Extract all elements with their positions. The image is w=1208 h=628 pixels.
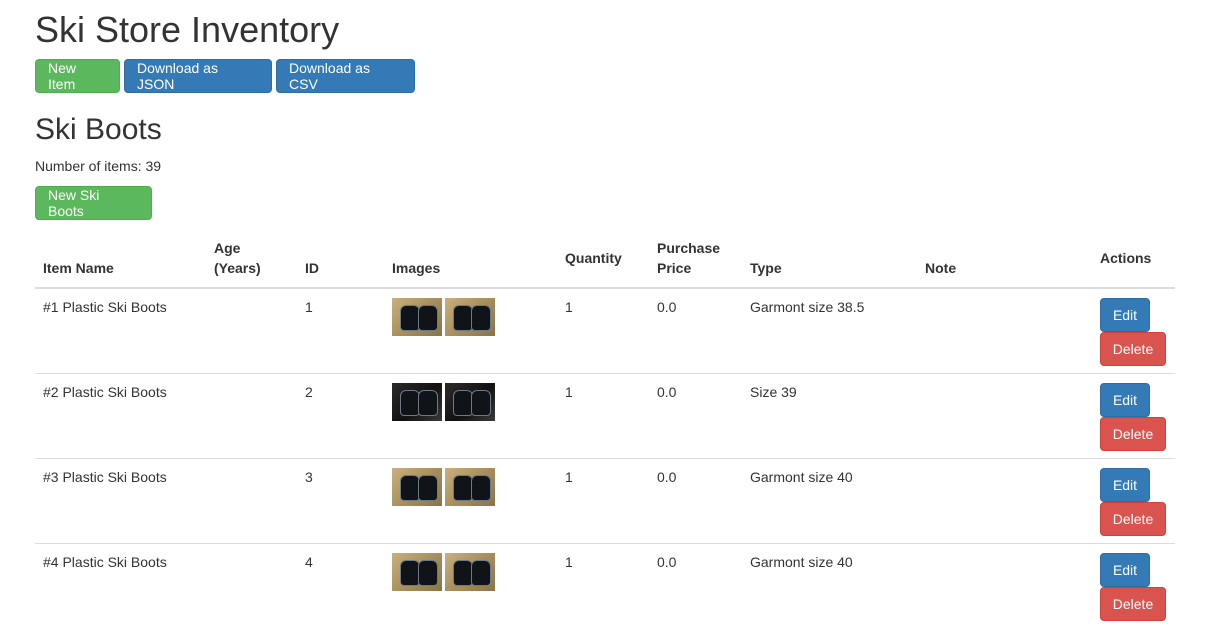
delete-button[interactable]: Delete [1100,502,1166,536]
header-images: Images [384,232,557,288]
download-json-button[interactable]: Download as JSON [124,59,272,93]
cell-quantity: 1 [557,374,649,459]
boot-photo-thumbnail[interactable] [392,383,442,421]
header-quantity: Quantity [557,232,649,288]
cell-note [917,544,1092,628]
boot-photo-thumbnail[interactable] [445,298,495,336]
edit-button[interactable]: Edit [1100,383,1150,417]
new-ski-boots-button[interactable]: New Ski Boots [35,186,152,220]
cell-note [917,288,1092,374]
edit-button[interactable]: Edit [1100,298,1150,332]
cell-type: Garmont size 38.5 [742,288,917,374]
boot-photo-thumbnail[interactable] [445,553,495,591]
cell-images [384,288,557,374]
cell-id: 4 [297,544,384,628]
boot-photo-thumbnail[interactable] [392,298,442,336]
cell-age [206,374,297,459]
cell-images [384,374,557,459]
cell-actions: Edit Delete [1092,544,1175,628]
delete-button[interactable]: Delete [1100,417,1166,451]
boot-photo-thumbnail[interactable] [392,468,442,506]
table-row: #1 Plastic Ski Boots 1 1 0.0 Garmont siz… [35,288,1175,374]
cell-id: 2 [297,374,384,459]
cell-id: 1 [297,288,384,374]
cell-images [384,459,557,544]
page: Ski Store Inventory New Item Download as… [0,0,1208,626]
table-header-row: Item Name Age(Years) ID Images Quantity … [35,232,1175,288]
cell-actions: Edit Delete [1092,374,1175,459]
table-row: #2 Plastic Ski Boots 2 1 0.0 Size 39 Edi… [35,374,1175,459]
boot-photo-thumbnail[interactable] [445,468,495,506]
cell-id: 3 [297,459,384,544]
header-actions: Actions [1092,232,1175,288]
table-row: #3 Plastic Ski Boots 3 1 0.0 Garmont siz… [35,459,1175,544]
header-purchase-price: PurchasePrice [649,232,742,288]
cell-item-name: #4 Plastic Ski Boots [35,544,206,628]
edit-button[interactable]: Edit [1100,553,1150,587]
cell-type: Garmont size 40 [742,544,917,628]
cell-note [917,459,1092,544]
header-id: ID [297,232,384,288]
delete-button[interactable]: Delete [1100,587,1166,621]
cell-actions: Edit Delete [1092,459,1175,544]
header-age: Age(Years) [206,232,297,288]
section-title: Ski Boots [35,112,162,148]
cell-type: Size 39 [742,374,917,459]
cell-price: 0.0 [649,288,742,374]
cell-type: Garmont size 40 [742,459,917,544]
header-type: Type [742,232,917,288]
cell-age [206,459,297,544]
edit-button[interactable]: Edit [1100,468,1150,502]
cell-note [917,374,1092,459]
cell-item-name: #2 Plastic Ski Boots [35,374,206,459]
cell-images [384,544,557,628]
cell-quantity: 1 [557,288,649,374]
boot-photo-thumbnail[interactable] [392,553,442,591]
cell-item-name: #1 Plastic Ski Boots [35,288,206,374]
cell-actions: Edit Delete [1092,288,1175,374]
cell-age [206,288,297,374]
item-count: Number of items: 39 [35,157,161,175]
header-item-name: Item Name [35,232,206,288]
page-title: Ski Store Inventory [35,8,339,52]
cell-quantity: 1 [557,544,649,628]
cell-quantity: 1 [557,459,649,544]
cell-price: 0.0 [649,374,742,459]
cell-age [206,544,297,628]
cell-price: 0.0 [649,459,742,544]
download-csv-button[interactable]: Download as CSV [276,59,415,93]
header-note: Note [917,232,1092,288]
delete-button[interactable]: Delete [1100,332,1166,366]
boot-photo-thumbnail[interactable] [445,383,495,421]
cell-item-name: #3 Plastic Ski Boots [35,459,206,544]
inventory-table: Item Name Age(Years) ID Images Quantity … [35,232,1175,628]
new-item-button[interactable]: New Item [35,59,120,93]
table-row: #4 Plastic Ski Boots 4 1 0.0 Garmont siz… [35,544,1175,628]
cell-price: 0.0 [649,544,742,628]
